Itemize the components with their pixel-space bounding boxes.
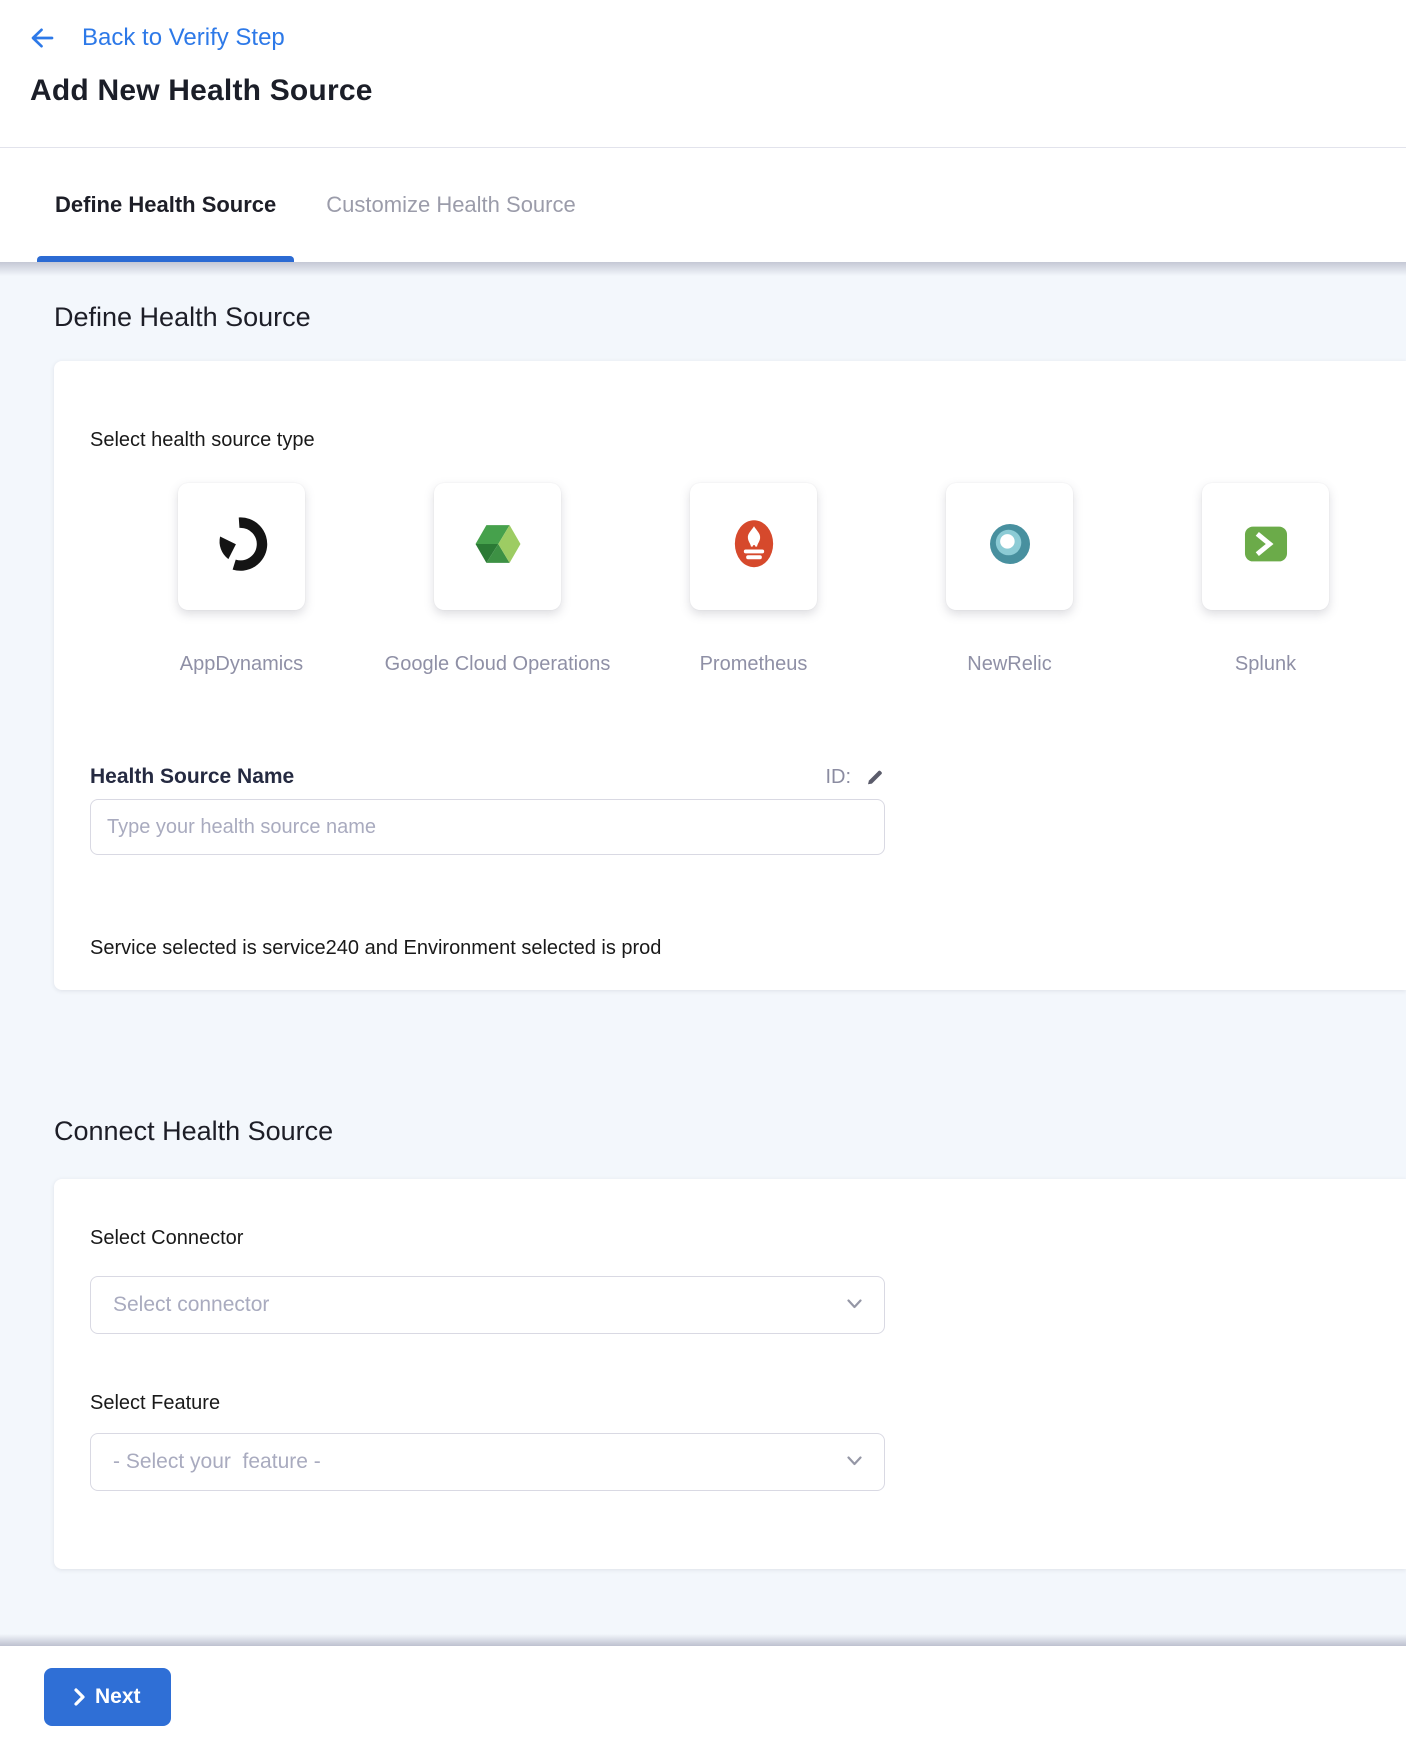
next-chevron-icon bbox=[74, 1688, 85, 1706]
chevron-down-icon bbox=[847, 1453, 862, 1471]
source-option-splunk: Splunk bbox=[1202, 483, 1329, 676]
health-source-name-input[interactable] bbox=[90, 799, 885, 855]
newrelic-icon bbox=[981, 515, 1039, 578]
source-type-label: Select health source type bbox=[90, 429, 1406, 452]
wizard-tabbar: Define Health Source Customize Health So… bbox=[0, 148, 1406, 262]
wizard-body: Define Health Source Select health sourc… bbox=[0, 262, 1406, 1646]
prometheus-label: Prometheus bbox=[700, 653, 808, 676]
health-source-name-label: Health Source Name bbox=[90, 765, 294, 789]
page-title: Add New Health Source bbox=[30, 74, 1406, 108]
back-to-verify-link[interactable]: Back to Verify Step bbox=[30, 24, 1406, 52]
service-environment-note: Service selected is service240 and Envir… bbox=[90, 937, 1406, 960]
connector-select-placeholder: Select connector bbox=[113, 1293, 269, 1317]
id-label: ID: bbox=[825, 766, 851, 789]
newrelic-label: NewRelic bbox=[967, 653, 1051, 676]
select-connector-label: Select Connector bbox=[90, 1227, 1406, 1250]
tab-define-label: Define Health Source bbox=[55, 192, 276, 218]
add-health-source-page: Back to Verify Step Add New Health Sourc… bbox=[0, 0, 1406, 1744]
next-button[interactable]: Next bbox=[44, 1668, 171, 1726]
next-button-label: Next bbox=[95, 1685, 141, 1709]
tab-customize-health-source[interactable]: Customize Health Source bbox=[308, 148, 593, 262]
prometheus-tile[interactable] bbox=[690, 483, 817, 610]
define-health-source-card: Select health source type AppDynamics bbox=[54, 361, 1406, 990]
define-section-heading: Define Health Source bbox=[54, 302, 1406, 333]
connect-health-source-card: Select Connector Select connector Select… bbox=[54, 1179, 1406, 1569]
splunk-icon bbox=[1237, 515, 1295, 578]
chevron-down-icon bbox=[847, 1296, 862, 1314]
connect-section-heading: Connect Health Source bbox=[54, 1116, 1406, 1147]
back-link-label: Back to Verify Step bbox=[82, 24, 285, 52]
prometheus-icon bbox=[725, 515, 783, 578]
appdynamics-label: AppDynamics bbox=[180, 653, 303, 676]
page-header: Back to Verify Step Add New Health Sourc… bbox=[0, 0, 1406, 148]
feature-select[interactable]: - Select your feature - bbox=[90, 1433, 885, 1491]
tab-define-health-source[interactable]: Define Health Source bbox=[37, 148, 294, 262]
select-feature-label: Select Feature bbox=[90, 1392, 1406, 1415]
health-source-name-row: Health Source Name ID: bbox=[90, 765, 885, 789]
tab-customize-label: Customize Health Source bbox=[326, 192, 575, 218]
google-cloud-operations-tile[interactable] bbox=[434, 483, 561, 610]
splunk-tile[interactable] bbox=[1202, 483, 1329, 610]
splunk-label: Splunk bbox=[1235, 653, 1296, 676]
connector-select[interactable]: Select connector bbox=[90, 1276, 885, 1334]
source-type-tiles: AppDynamics Google Cloud bbox=[90, 483, 1406, 676]
edit-id-pencil-icon[interactable] bbox=[865, 767, 885, 787]
appdynamics-tile[interactable] bbox=[178, 483, 305, 610]
feature-select-placeholder: - Select your feature - bbox=[113, 1450, 321, 1474]
source-option-newrelic: NewRelic bbox=[946, 483, 1073, 676]
appdynamics-icon bbox=[213, 515, 271, 578]
back-arrow-icon bbox=[30, 27, 54, 49]
source-option-appdynamics: AppDynamics bbox=[178, 483, 305, 676]
id-group: ID: bbox=[825, 766, 885, 789]
newrelic-tile[interactable] bbox=[946, 483, 1073, 610]
source-option-prometheus: Prometheus bbox=[690, 483, 817, 676]
source-option-google-cloud-operations: Google Cloud Operations bbox=[434, 483, 561, 676]
google-cloud-operations-icon bbox=[469, 515, 527, 578]
wizard-footer: Next bbox=[0, 1646, 1406, 1744]
google-cloud-operations-label: Google Cloud Operations bbox=[385, 653, 611, 676]
